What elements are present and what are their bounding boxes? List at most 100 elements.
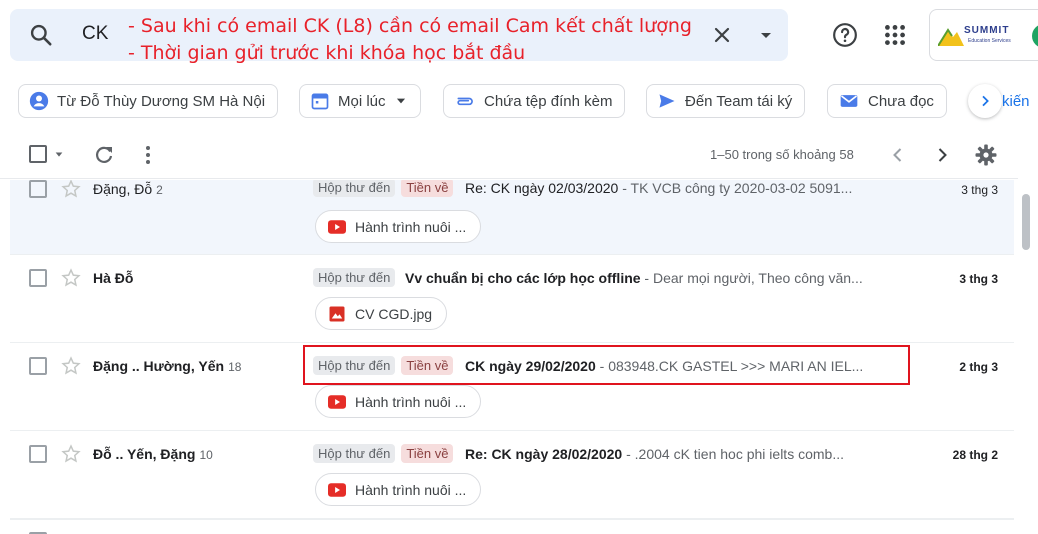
email-subject: Re: CK ngày 02/03/2020 <box>465 180 619 196</box>
close-icon[interactable] <box>710 23 734 47</box>
email-row[interactable]: Đỗ .. Yến, Đặng 10 Hộp thư đến Tiền về Re… <box>10 431 1014 519</box>
email-subject: CK ngày 29/02/2020 <box>465 358 596 374</box>
search-icon[interactable] <box>28 22 54 48</box>
email-subject: Vv chuẩn bị cho các lớp học offline <box>405 270 641 286</box>
email-date: 3 thg 3 <box>959 272 998 286</box>
help-icon[interactable] <box>832 22 858 48</box>
label-inbox[interactable]: Hộp thư đến <box>313 268 396 287</box>
youtube-icon <box>328 482 346 497</box>
scrollbar[interactable] <box>1018 180 1034 534</box>
thread-count: 18 <box>228 360 242 374</box>
chip-label: Từ Đỗ Thùy Dương SM Hà Nội <box>57 92 266 110</box>
attachment-chip[interactable]: Hành trình nuôi ... <box>315 385 482 418</box>
row-checkbox[interactable] <box>29 445 47 463</box>
divider <box>0 178 1018 179</box>
sender-name: Đặng, Đỗ <box>93 181 153 197</box>
row-checkbox[interactable] <box>29 269 47 287</box>
email-row[interactable]: Đặng, Đỗ 2 Hộp thư đến Tiền về Re: CK ngà… <box>10 180 1014 255</box>
email-snippet: - .2004 cK tien hoc phi ielts comb... <box>622 446 844 462</box>
email-labels: Hộp thư đến Tiền về <box>313 356 454 375</box>
label-inbox[interactable]: Hộp thư đến <box>313 444 396 463</box>
caret-down-icon <box>396 98 405 104</box>
email-row[interactable]: Hà Đỗ Hộp thư đến Vv chuẩn bị cho các lớ… <box>10 255 1014 343</box>
email-snippet: - 083948.CK GASTEL >>> MARI AN IEL... <box>595 358 864 374</box>
annotation-note: - Sau khi có email CK (L8) cần có email … <box>128 13 692 67</box>
summit-logo: SUMMIT Education Services <box>937 24 1028 48</box>
thread-count: 10 <box>199 448 213 462</box>
account-switcher[interactable]: SUMMIT Education Services <box>929 9 1038 61</box>
star-icon[interactable] <box>61 180 81 199</box>
gear-icon[interactable] <box>974 143 998 167</box>
chip-unread[interactable]: Chưa đọc <box>827 84 947 118</box>
chip-to[interactable]: Đến Team tái ký <box>646 84 806 118</box>
caret-down-icon[interactable] <box>53 150 65 160</box>
paperclip-icon <box>457 97 473 106</box>
annotation-line: - Thời gian gửi trước khi khóa học bắt đ… <box>128 42 526 64</box>
search-bar[interactable]: CK - Sau khi có email CK (L8) cần có ema… <box>10 9 788 64</box>
chip-label: Chứa tệp đính kèm <box>484 92 613 110</box>
label-inbox[interactable]: Hộp thư đến <box>313 180 396 197</box>
calendar-icon <box>311 93 329 110</box>
sender-name: Đỗ .. Yến, Đặng <box>93 446 196 462</box>
chevron-right-icon[interactable] <box>930 143 954 167</box>
email-date: 2 thg 3 <box>959 360 998 374</box>
refresh-icon[interactable] <box>92 143 116 167</box>
annotation-line: - Sau khi có email CK (L8) cần có email … <box>128 15 692 37</box>
email-list: Đặng, Đỗ 2 Hộp thư đến Tiền về Re: CK ngà… <box>10 180 1014 534</box>
star-icon[interactable] <box>61 444 81 464</box>
thread-count: 2 <box>156 183 163 197</box>
sender-name: Hà Đỗ <box>93 270 134 286</box>
chevron-left-icon[interactable] <box>886 143 910 167</box>
email-row[interactable] <box>10 519 1014 534</box>
row-checkbox[interactable] <box>29 180 47 198</box>
star-icon[interactable] <box>61 268 81 288</box>
logo-subtext: Education Services <box>968 38 1011 44</box>
pagination-text: 1–50 trong số khoảng 58 <box>710 147 854 162</box>
search-filter-chips: Từ Đỗ Thùy Dương SM Hà Nội Mọi lúc Chứa … <box>0 80 1038 124</box>
email-date: 3 thg 3 <box>961 183 998 197</box>
email-subject: Re: CK ngày 28/02/2020 <box>465 446 623 462</box>
label-inbox[interactable]: Hộp thư đến <box>313 356 396 375</box>
chip-has-attachment[interactable]: Chứa tệp đính kèm <box>443 84 626 118</box>
apps-grid-icon[interactable] <box>882 22 908 48</box>
image-icon <box>329 306 345 321</box>
select-all-checkbox[interactable] <box>29 145 47 163</box>
email-row[interactable]: Đặng .. Hường, Yến 18 Hộp thư đến Tiền về… <box>10 343 1014 431</box>
person-icon <box>29 91 49 111</box>
chip-label: Chưa đọc <box>868 92 934 110</box>
label-tien-ve[interactable]: Tiền về <box>401 356 454 375</box>
scrollbar-thumb[interactable] <box>1022 194 1030 250</box>
gmail-search-results: CK - Sau khi có email CK (L8) cần có ema… <box>0 0 1038 534</box>
attachment-chip[interactable]: CV CGD.jpg <box>315 297 448 330</box>
attachment-chip[interactable]: Hành trình nuôi ... <box>315 210 482 243</box>
email-preview: Vv chuẩn bị cho các lớp học offline - De… <box>405 270 905 286</box>
more-vert-icon[interactable] <box>136 143 160 167</box>
chip-from[interactable]: Từ Đỗ Thùy Dương SM Hà Nội <box>18 84 279 118</box>
search-query[interactable]: CK <box>82 23 108 45</box>
chips-next-button[interactable] <box>968 84 1002 118</box>
avatar[interactable] <box>1032 24 1038 48</box>
attachment-name: Hành trình nuôi ... <box>355 218 467 235</box>
email-sender: Đỗ .. Yến, Đặng 10 <box>93 446 213 462</box>
email-labels: Hộp thư đến <box>313 268 396 287</box>
send-icon <box>659 94 675 108</box>
chip-time[interactable]: Mọi lúc <box>299 84 421 118</box>
label-tien-ve[interactable]: Tiền về <box>401 180 454 197</box>
email-snippet: - TK VCB công ty 2020-03-02 5091... <box>618 180 853 196</box>
star-icon[interactable] <box>61 356 81 376</box>
email-labels: Hộp thư đến Tiền về <box>313 444 454 463</box>
attachment-name: CV CGD.jpg <box>355 305 433 322</box>
row-checkbox[interactable] <box>29 357 47 375</box>
email-preview: CK ngày 29/02/2020 - 083948.CK GASTEL >>… <box>465 358 905 374</box>
mail-icon <box>840 95 858 107</box>
email-date: 28 thg 2 <box>952 448 998 462</box>
email-preview: Re: CK ngày 02/03/2020 - TK VCB công ty … <box>465 180 905 196</box>
attachment-chip[interactable]: Hành trình nuôi ... <box>315 473 482 506</box>
attachment-name: Hành trình nuôi ... <box>355 393 467 410</box>
label-tien-ve[interactable]: Tiền về <box>401 444 454 463</box>
caret-down-icon[interactable] <box>754 23 778 47</box>
email-sender: Đặng .. Hường, Yến 18 <box>93 358 241 374</box>
list-toolbar: 1–50 trong số khoảng 58 <box>0 136 1038 174</box>
sender-name: Đặng .. Hường, Yến <box>93 358 225 374</box>
chip-overflow-text: kiến <box>1002 93 1030 110</box>
